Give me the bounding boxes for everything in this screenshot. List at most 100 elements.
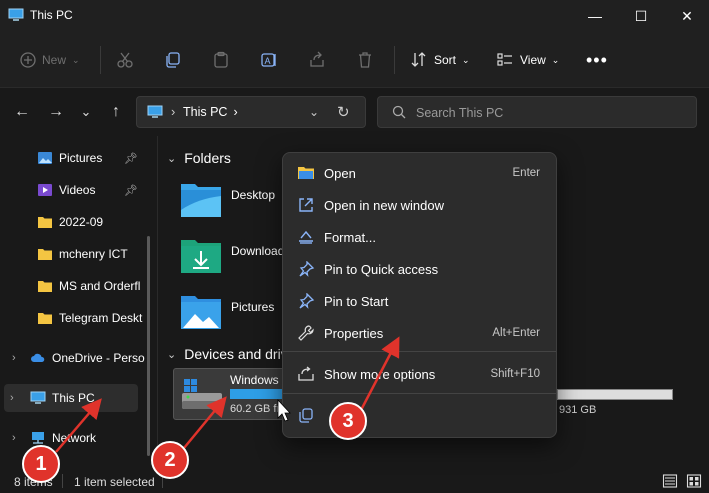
- sidebar-item-label: mchenry ICT: [59, 247, 128, 261]
- sidebar-item-telegram-desktop[interactable]: Telegram Deskt: [0, 304, 150, 332]
- new-window-icon: [299, 198, 313, 212]
- search-input[interactable]: [416, 103, 676, 123]
- more-icon: •••: [586, 49, 608, 70]
- menu-item-open-in-new-window[interactable]: Open in new window: [287, 190, 552, 220]
- rename-icon: A: [261, 53, 276, 67]
- menu-item-format[interactable]: Format...: [287, 222, 552, 252]
- sidebar-item-onedrive[interactable]: › OneDrive - Perso: [2, 344, 152, 372]
- drive-icon: [182, 379, 222, 409]
- sort-icon: [411, 52, 426, 67]
- details-view-icon[interactable]: [662, 473, 678, 489]
- annotation-badge-3: 3: [329, 402, 367, 440]
- sidebar-item-pictures[interactable]: Pictures 📌︎: [0, 144, 150, 172]
- share-icon: [310, 51, 324, 67]
- desktop-folder-icon: [181, 184, 221, 217]
- copy-icon: [299, 408, 313, 423]
- sidebar-item-label: MS and Orderfl: [59, 279, 141, 293]
- drive-usage-bar: [230, 389, 290, 399]
- paste-button[interactable]: [212, 46, 230, 74]
- shortcut-text: Enter: [512, 167, 541, 179]
- cloud-icon: [31, 353, 45, 362]
- annotation-badge-1: 1: [22, 445, 60, 483]
- sidebar-item-videos[interactable]: Videos 📌︎: [0, 176, 150, 204]
- menu-divider: [283, 351, 556, 352]
- shortcut-text: Shift+F10: [490, 368, 540, 380]
- toolbar-divider: [100, 46, 101, 74]
- rename-button[interactable]: A: [260, 46, 278, 74]
- menu-item-label: Open in new window: [324, 197, 444, 213]
- menu-item-pin-to-start[interactable]: Pin to Start: [287, 286, 552, 316]
- drive-label: Windows: [230, 373, 279, 387]
- status-bar: 8 items 1 item selected: [0, 469, 709, 493]
- menu-item-label: Show more options: [324, 366, 436, 382]
- sidebar-item-mchenry-ict[interactable]: mchenry ICT: [0, 240, 150, 268]
- back-button[interactable]: ←: [10, 100, 34, 124]
- menu-divider: [283, 393, 556, 394]
- back-arrow-icon: ←: [14, 103, 30, 120]
- status-divider: [62, 474, 63, 488]
- menu-item-label: Format...: [324, 229, 377, 245]
- drive-windows[interactable]: Windows 60.2 GB free: [173, 368, 292, 420]
- sidebar-item-this-pc[interactable]: › This PC: [4, 384, 138, 412]
- menu-item-label: Properties: [324, 325, 384, 341]
- close-button[interactable]: ✕: [664, 0, 709, 32]
- forward-button[interactable]: →: [44, 100, 68, 124]
- menu-item-label: Pin to Start: [324, 293, 389, 309]
- folder-icon: [38, 249, 52, 260]
- navigation-pane: Pictures 📌︎ Videos 📌︎ 2022-09 mchenry IC…: [0, 136, 158, 469]
- sidebar-item-label: Network: [52, 431, 97, 445]
- menu-item-open[interactable]: Open Enter: [287, 158, 552, 188]
- minimize-button[interactable]: —: [572, 0, 618, 32]
- up-button[interactable]: ↑: [104, 100, 128, 124]
- new-label: New: [42, 53, 67, 67]
- pictures-folder-icon: [181, 296, 221, 329]
- cut-button[interactable]: [116, 46, 134, 74]
- folder-icon: [38, 281, 52, 292]
- address-bar[interactable]: › This PC › ⌄ ↻: [136, 96, 366, 128]
- sidebar-item-network[interactable]: › Network: [2, 424, 152, 452]
- sidebar-item-2022-09[interactable]: 2022-09: [0, 208, 150, 236]
- recent-locations-button[interactable]: ⌄: [74, 100, 98, 124]
- address-row: ← → ⌄ ↑ › This PC › ⌄ ↻: [0, 88, 709, 136]
- menu-item-label: Pin to Quick access: [324, 261, 439, 277]
- share-button[interactable]: [308, 46, 326, 74]
- tiles-view-icon[interactable]: [686, 473, 702, 489]
- menu-copy-button[interactable]: [287, 401, 319, 431]
- chevron-right-icon[interactable]: ›: [12, 432, 16, 444]
- refresh-icon[interactable]: ↻: [337, 103, 350, 121]
- sort-button[interactable]: Sort ⌄: [410, 46, 470, 74]
- window-title: This PC: [30, 8, 73, 22]
- search-box[interactable]: [377, 96, 697, 128]
- folder-label: Desktop: [231, 188, 276, 202]
- copy-button[interactable]: [164, 46, 182, 74]
- wrench-icon: [298, 325, 314, 341]
- new-button[interactable]: New ⌄: [20, 46, 80, 74]
- sidebar-scrollbar[interactable]: [147, 236, 150, 456]
- drive-capacity: 931 GB: [559, 404, 597, 416]
- chevron-down-icon: ⌄: [80, 104, 92, 119]
- chevron-down-icon: ⌄: [462, 54, 470, 65]
- up-arrow-icon: ↑: [112, 103, 120, 120]
- pc-icon: [30, 391, 46, 404]
- folders-group-header[interactable]: ⌄ Folders: [167, 150, 231, 166]
- pin-icon: 📌︎: [124, 184, 138, 197]
- chevron-down-icon[interactable]: ⌄: [309, 105, 319, 119]
- chevron-down-icon: ⌄: [551, 54, 560, 65]
- chevron-right-icon[interactable]: ›: [10, 392, 14, 404]
- svg-text:A: A: [265, 56, 271, 66]
- menu-item-pin-to-quick-access[interactable]: Pin to Quick access: [287, 254, 552, 284]
- view-button[interactable]: View ⌄: [496, 46, 559, 74]
- chevron-right-icon[interactable]: ›: [12, 352, 16, 364]
- menu-item-show-more-options[interactable]: Show more options Shift+F10: [287, 359, 552, 389]
- more-button[interactable]: •••: [586, 46, 608, 74]
- toolbar-divider: [394, 46, 395, 74]
- title-bar: This PC — ☐ ✕: [0, 0, 709, 32]
- paste-icon: [214, 51, 228, 68]
- sidebar-item-ms-and-orderfl[interactable]: MS and Orderfl: [0, 272, 150, 300]
- delete-button[interactable]: [356, 46, 374, 74]
- menu-item-properties[interactable]: Properties Alt+Enter: [287, 318, 552, 348]
- annotation-badge-2: 2: [151, 441, 189, 479]
- forward-arrow-icon: →: [48, 103, 64, 120]
- maximize-button[interactable]: ☐: [618, 0, 664, 32]
- breadcrumb-this-pc[interactable]: This PC: [183, 105, 227, 119]
